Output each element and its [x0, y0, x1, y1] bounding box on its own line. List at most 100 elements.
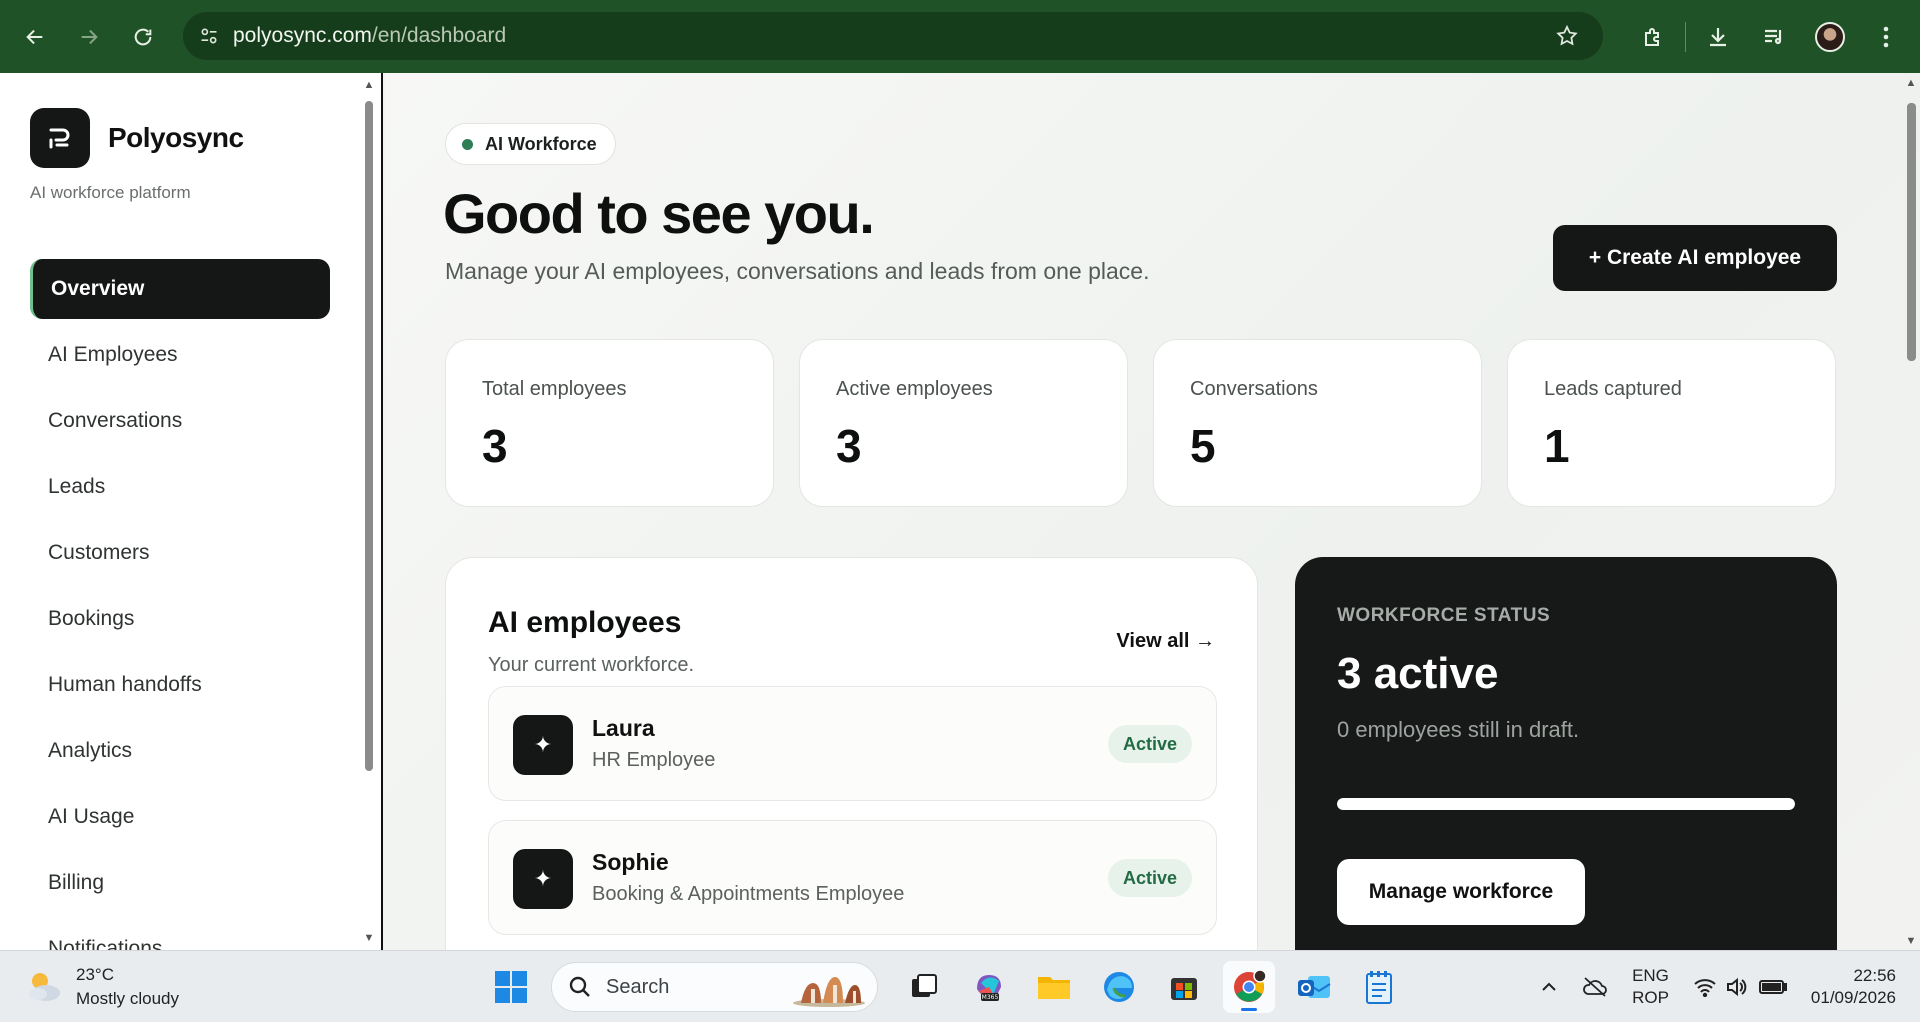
scroll-up-arrow-icon[interactable]: ▲ — [1905, 77, 1917, 89]
main-scroll-thumb[interactable] — [1907, 103, 1916, 361]
sparkle-icon: ✦ — [513, 849, 573, 909]
stat-card-total-employees: Total employees 3 — [445, 339, 774, 507]
weather-widget[interactable]: 23°C Mostly cloudy — [24, 963, 179, 1011]
scroll-down-arrow-icon[interactable]: ▼ — [1905, 935, 1917, 947]
employee-name: Laura — [592, 715, 655, 741]
task-view-button[interactable] — [898, 961, 950, 1013]
onedrive-status[interactable] — [1582, 976, 1608, 998]
view-all-link[interactable]: View all → — [1116, 630, 1215, 653]
scroll-down-arrow-icon[interactable]: ▼ — [363, 932, 375, 944]
reload-icon — [134, 28, 152, 45]
main-scrollbar[interactable]: ▲ ▼ — [1904, 77, 1918, 947]
network-volume-battery[interactable] — [1693, 977, 1787, 997]
forward-button[interactable] — [62, 10, 116, 64]
store-icon — [1171, 978, 1197, 1000]
scroll-up-arrow-icon[interactable]: ▲ — [363, 79, 375, 91]
reload-button[interactable] — [116, 10, 170, 64]
back-button[interactable] — [8, 10, 62, 64]
status-badge: Active — [1107, 725, 1192, 763]
weather-description: Mostly cloudy — [76, 989, 179, 1008]
brand[interactable]: Polyosync — [30, 108, 244, 168]
sidebar-item-conversations[interactable]: Conversations — [30, 391, 330, 451]
sidebar-item-overview[interactable]: Overview — [30, 259, 330, 319]
browser-toolbar: polyosync.com/en/dashboard — [0, 0, 1920, 73]
task-view-icon — [912, 974, 937, 997]
employee-role: Booking & Appointments Employee — [592, 883, 905, 905]
taskbar-search[interactable]: Search — [551, 962, 878, 1012]
show-hidden-icons-button[interactable] — [1540, 978, 1558, 996]
taskbar: 23°C Mostly cloudy Search M365 ENG ROP 2… — [0, 950, 1920, 1022]
site-settings-icon[interactable] — [199, 26, 219, 46]
brand-tagline: AI workforce platform — [30, 183, 191, 202]
downloads-button[interactable] — [1690, 9, 1746, 65]
sidebar-item-ai-employees[interactable]: AI Employees — [30, 325, 330, 385]
partly-cloudy-icon — [29, 973, 60, 1001]
sidebar-item-customers[interactable]: Customers — [30, 523, 330, 583]
clock-date: 01/09/2026 — [1810, 988, 1896, 1007]
address-bar[interactable]: polyosync.com/en/dashboard — [183, 12, 1603, 60]
notepad-icon — [1366, 971, 1392, 1004]
stat-label: Active employees — [836, 378, 993, 400]
download-icon — [1710, 27, 1726, 46]
svg-text:M365: M365 — [982, 994, 999, 1001]
battery-icon — [1758, 980, 1787, 994]
status-badge: Active — [1107, 859, 1192, 897]
media-control-button[interactable] — [1746, 9, 1802, 65]
playlist-icon — [1765, 29, 1782, 44]
sidebar-scroll-thumb[interactable] — [365, 101, 373, 771]
keyboard-layout: ROP — [1632, 988, 1669, 1007]
taskbar-apps — [485, 961, 550, 1013]
stat-label: Leads captured — [1544, 378, 1682, 400]
store-app[interactable] — [1158, 961, 1210, 1013]
employee-role: HR Employee — [592, 749, 716, 771]
sidebar-scrollbar[interactable]: ▲ ▼ — [363, 79, 375, 944]
wifi-icon — [1694, 979, 1716, 997]
edge-app[interactable] — [1093, 961, 1145, 1013]
arrow-left-icon — [26, 29, 43, 44]
sidebar-item-leads[interactable]: Leads — [30, 457, 330, 517]
volume-icon — [1726, 977, 1747, 997]
status-card-label: WORKFORCE STATUS — [1337, 605, 1551, 626]
notepad-app[interactable] — [1353, 961, 1405, 1013]
sidebar-item-notifications[interactable]: Notifications — [30, 919, 330, 950]
clock[interactable]: 22:56 01/09/2026 — [1811, 965, 1896, 1009]
employee-name: Sophie — [592, 849, 669, 875]
kebab-menu-icon — [1883, 26, 1889, 47]
workforce-progress-fill — [1337, 798, 1795, 810]
bookmark-star-icon[interactable] — [1555, 24, 1579, 53]
status-card-value: 3 active — [1337, 649, 1499, 698]
sidebar-item-ai-usage[interactable]: AI Usage — [30, 787, 330, 847]
start-button[interactable] — [485, 961, 537, 1013]
card-subtitle: Your current workforce. — [488, 654, 695, 676]
sidebar-item-bookings[interactable]: Bookings — [30, 589, 330, 649]
extensions-button[interactable] — [1625, 9, 1681, 65]
input-language-indicator[interactable]: ENG ROP — [1632, 965, 1669, 1009]
system-tray: ENG ROP 22:56 01/09/2026 — [1528, 951, 1920, 1022]
stat-value: 1 — [1544, 420, 1570, 472]
search-icon — [569, 976, 590, 997]
m365-app[interactable]: M365 — [963, 961, 1015, 1013]
profile-avatar — [1815, 21, 1845, 52]
employee-row-sophie[interactable]: ✦ Sophie Booking & Appointments Employee… — [488, 820, 1217, 935]
chevron-up-icon — [1542, 982, 1556, 991]
employee-row-laura[interactable]: ✦ Laura HR Employee Active — [488, 686, 1217, 801]
sidebar-item-human-handoffs[interactable]: Human handoffs — [30, 655, 330, 715]
sparkle-icon: ✦ — [513, 715, 573, 775]
browser-menu-button[interactable] — [1858, 9, 1914, 65]
profile-button[interactable] — [1802, 9, 1858, 65]
stat-value: 5 — [1190, 420, 1216, 472]
outlook-app[interactable] — [1288, 961, 1340, 1013]
manage-workforce-button[interactable]: Manage workforce — [1337, 859, 1585, 925]
main-content: AI Workforce Good to see you. Manage you… — [385, 73, 1920, 950]
search-highlight-illustration-icon — [793, 977, 865, 1007]
sidebar-item-analytics[interactable]: Analytics — [30, 721, 330, 781]
chrome-app[interactable] — [1223, 961, 1275, 1013]
create-ai-employee-button[interactable]: + Create AI employee — [1553, 225, 1837, 291]
status-dot-icon — [462, 138, 473, 150]
cloud-off-icon — [1583, 977, 1607, 997]
page-title: Good to see you. — [443, 182, 875, 245]
sidebar-item-billing[interactable]: Billing — [30, 853, 330, 913]
card-title: AI employees — [488, 606, 682, 639]
puzzle-icon — [1645, 27, 1659, 46]
file-explorer-app[interactable] — [1028, 961, 1080, 1013]
